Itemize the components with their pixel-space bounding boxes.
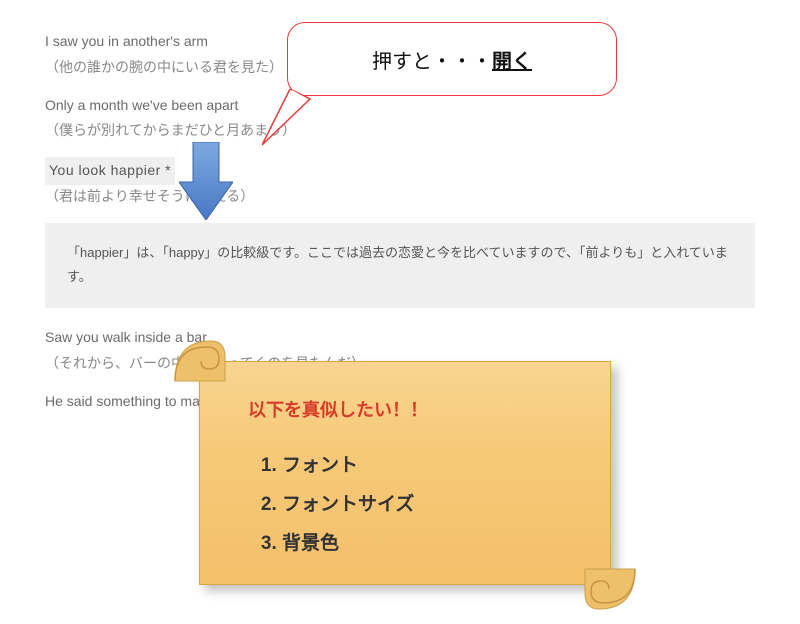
callout-text: 押すと・・・ [372,45,492,74]
lyric-ja: （僕らが別れてからまだひと月あまり） [45,119,755,143]
scroll-curl-icon [583,563,639,619]
scroll-item: フォント [282,450,570,477]
callout-strong: 開く [492,45,532,74]
callout-bubble: 押すと・・・ 開く [287,22,617,96]
highlight-text: You look happier * [45,157,175,185]
lyric-en: Only a month we've been apart [45,94,755,118]
scroll-item: 背景色 [282,528,570,555]
note-box: 「happier」は、「happy」の比較級です。ここでは過去の恋愛と今を比べて… [45,223,755,308]
scroll-curl-icon [171,331,227,387]
down-arrow-icon [179,142,233,225]
scroll-note: 以下を真似したい！！ フォント フォントサイズ 背景色 [175,335,635,615]
scroll-list: フォント フォントサイズ 背景色 [248,450,570,555]
highlight-line[interactable]: You look happier * [45,157,755,185]
scroll-body: 以下を真似したい！！ フォント フォントサイズ 背景色 [199,361,611,585]
lyric-ja: （君は前より幸せそうに見える） [45,185,755,209]
scroll-item: フォントサイズ [282,489,570,516]
scroll-title: 以下を真似したい！！ [248,396,570,422]
